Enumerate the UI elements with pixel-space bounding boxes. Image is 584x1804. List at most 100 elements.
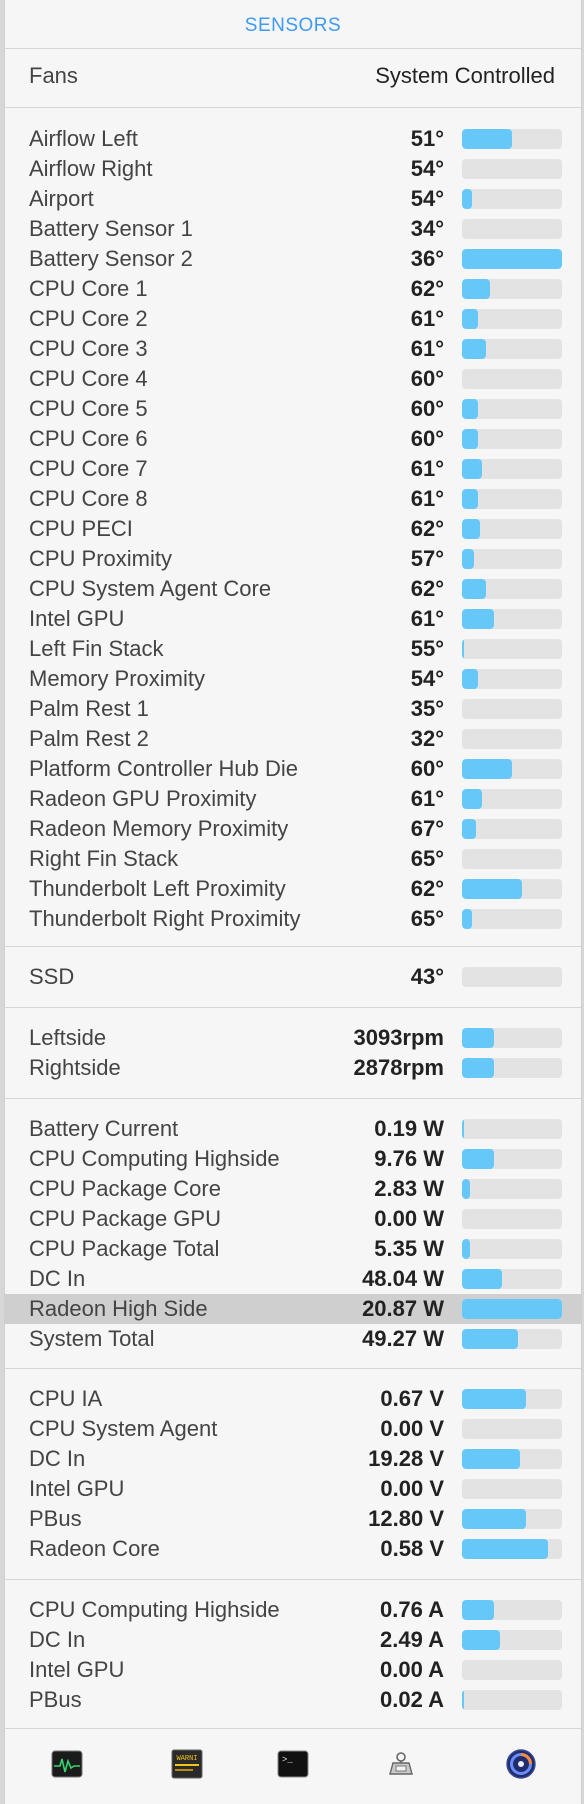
- sensor-label: CPU Computing Highside: [29, 1146, 280, 1171]
- sensor-row[interactable]: Intel GPU 61°: [5, 604, 581, 634]
- sensor-row[interactable]: Intel GPU 0.00 V: [5, 1474, 581, 1504]
- istat-menus-button[interactable]: [505, 1748, 537, 1780]
- terminal-button[interactable]: >_: [277, 1748, 309, 1780]
- sensor-row[interactable]: Platform Controller Hub Die 60°: [5, 754, 581, 784]
- sensor-row[interactable]: CPU Core 6 60°: [5, 424, 581, 454]
- sensor-row[interactable]: Right Fin Stack 65°: [5, 844, 581, 874]
- sensor-row[interactable]: CPU Core 1 62°: [5, 274, 581, 304]
- sensor-row[interactable]: Radeon High Side 20.87 W: [5, 1294, 581, 1324]
- sensor-level-bar: [462, 699, 562, 719]
- sensor-level-fill: [462, 579, 486, 599]
- sensor-value: 54°: [410, 666, 444, 691]
- sensor-row[interactable]: CPU PECI 62°: [5, 514, 581, 544]
- sensor-row[interactable]: Radeon Memory Proximity 67°: [5, 814, 581, 844]
- sensor-row[interactable]: CPU IA 0.67 V: [5, 1384, 581, 1414]
- sensor-row[interactable]: Palm Rest 1 35°: [5, 694, 581, 724]
- sensor-value: 32°: [410, 726, 444, 751]
- sensor-row[interactable]: Intel GPU 0.00 A: [5, 1655, 581, 1685]
- sensor-label: Leftside: [29, 1025, 107, 1050]
- sensor-row[interactable]: CPU System Agent 0.00 V: [5, 1414, 581, 1444]
- sensor-row[interactable]: Thunderbolt Left Proximity 62°: [5, 874, 581, 904]
- sensor-label: Palm Rest 2: [29, 726, 149, 751]
- terminal-icon: >_: [277, 1750, 309, 1778]
- sensor-level-bar: [462, 369, 562, 389]
- system-information-button[interactable]: [385, 1748, 417, 1780]
- sensor-row[interactable]: PBus 0.02 A: [5, 1685, 581, 1715]
- sensor-level-fill: [462, 1269, 502, 1289]
- sensor-row[interactable]: Battery Sensor 2 36°: [5, 244, 581, 274]
- sensor-row[interactable]: Memory Proximity 54°: [5, 664, 581, 694]
- sensor-level-fill: [462, 549, 474, 569]
- fans-mode-row[interactable]: Fans System Controlled: [5, 60, 581, 92]
- sensor-row[interactable]: CPU Core 4 60°: [5, 364, 581, 394]
- sensor-row[interactable]: System Total 49.27 W: [5, 1324, 581, 1354]
- sensor-row[interactable]: Airflow Right 54°: [5, 154, 581, 184]
- sensor-value: 48.04 W: [362, 1266, 444, 1291]
- sensor-level-bar: [462, 909, 562, 929]
- sensor-label: Airport: [29, 186, 94, 211]
- sensor-level-bar: [462, 1299, 562, 1319]
- sensor-row[interactable]: Airport 54°: [5, 184, 581, 214]
- sensor-level-bar: [462, 429, 562, 449]
- sensor-row[interactable]: PBus 12.80 V: [5, 1504, 581, 1534]
- sensor-row[interactable]: Battery Current 0.19 W: [5, 1114, 581, 1144]
- sensor-row[interactable]: Airflow Left 51°: [5, 124, 581, 154]
- sensor-label: CPU System Agent Core: [29, 576, 272, 601]
- sensor-label: System Total: [29, 1326, 155, 1351]
- sensor-row[interactable]: DC In 2.49 A: [5, 1625, 581, 1655]
- sensor-label: Battery Current: [29, 1116, 179, 1141]
- sensor-row[interactable]: Rightside 2878rpm: [5, 1053, 581, 1083]
- sensor-label: CPU Package Core: [29, 1176, 221, 1201]
- sensor-level-bar: [462, 1600, 562, 1620]
- sensor-level-fill: [462, 1239, 470, 1259]
- sensor-row[interactable]: SSD 43°: [5, 962, 581, 992]
- sensor-row[interactable]: CPU Core 2 61°: [5, 304, 581, 334]
- sensor-row[interactable]: DC In 19.28 V: [5, 1444, 581, 1474]
- console-button[interactable]: WARNI: [171, 1748, 203, 1780]
- sensor-value: 34°: [410, 216, 444, 241]
- sensor-row[interactable]: CPU Core 8 61°: [5, 484, 581, 514]
- sensor-row[interactable]: DC In 48.04 W: [5, 1264, 581, 1294]
- sensor-level-bar: [462, 1509, 562, 1529]
- sensor-row[interactable]: Radeon Core 0.58 V: [5, 1534, 581, 1564]
- activity-monitor-button[interactable]: [51, 1748, 83, 1780]
- sensor-level-bar: [462, 849, 562, 869]
- sensor-label: CPU Core 1: [29, 276, 148, 301]
- sensor-label: Intel GPU: [29, 606, 125, 631]
- sensor-label: CPU PECI: [29, 516, 133, 541]
- sensor-row[interactable]: CPU Core 5 60°: [5, 394, 581, 424]
- sensor-row[interactable]: Thunderbolt Right Proximity 65°: [5, 904, 581, 934]
- sensor-row[interactable]: CPU Core 7 61°: [5, 454, 581, 484]
- sensor-level-fill: [462, 129, 512, 149]
- sensor-label: CPU Core 5: [29, 396, 148, 421]
- panel-title: SENSORS: [244, 15, 342, 36]
- sensor-row[interactable]: Left Fin Stack 55°: [5, 634, 581, 664]
- sensor-label: CPU Core 7: [29, 456, 148, 481]
- sensor-level-fill: [462, 1329, 518, 1349]
- sensor-row[interactable]: Battery Sensor 1 34°: [5, 214, 581, 244]
- sensor-row[interactable]: CPU Package GPU 0.00 W: [5, 1204, 581, 1234]
- divider: [5, 48, 581, 49]
- sensor-row[interactable]: CPU Proximity 57°: [5, 544, 581, 574]
- sensor-level-bar: [462, 1239, 562, 1259]
- sensor-label: Radeon Memory Proximity: [29, 816, 289, 841]
- sensor-value: 60°: [410, 756, 444, 781]
- sensor-label: Battery Sensor 2: [29, 246, 193, 271]
- sensor-row[interactable]: CPU Core 3 61°: [5, 334, 581, 364]
- sensor-row[interactable]: Leftside 3093rpm: [5, 1023, 581, 1053]
- fans-label: Fans: [29, 63, 78, 88]
- sensor-level-bar: [462, 639, 562, 659]
- sensor-row[interactable]: Radeon GPU Proximity 61°: [5, 784, 581, 814]
- sensor-value: 62°: [410, 576, 444, 601]
- sensor-label: Rightside: [29, 1055, 121, 1080]
- divider: [5, 1098, 581, 1099]
- sensor-row[interactable]: CPU System Agent Core 62°: [5, 574, 581, 604]
- sensor-row[interactable]: CPU Package Core 2.83 W: [5, 1174, 581, 1204]
- sensor-value: 12.80 V: [368, 1506, 444, 1531]
- sensor-row[interactable]: CPU Computing Highside 9.76 W: [5, 1144, 581, 1174]
- sensor-row[interactable]: Palm Rest 2 32°: [5, 724, 581, 754]
- sensor-value: 5.35 W: [374, 1236, 444, 1261]
- sensor-row[interactable]: CPU Computing Highside 0.76 A: [5, 1595, 581, 1625]
- sensor-row[interactable]: CPU Package Total 5.35 W: [5, 1234, 581, 1264]
- sensor-value: 61°: [410, 336, 444, 361]
